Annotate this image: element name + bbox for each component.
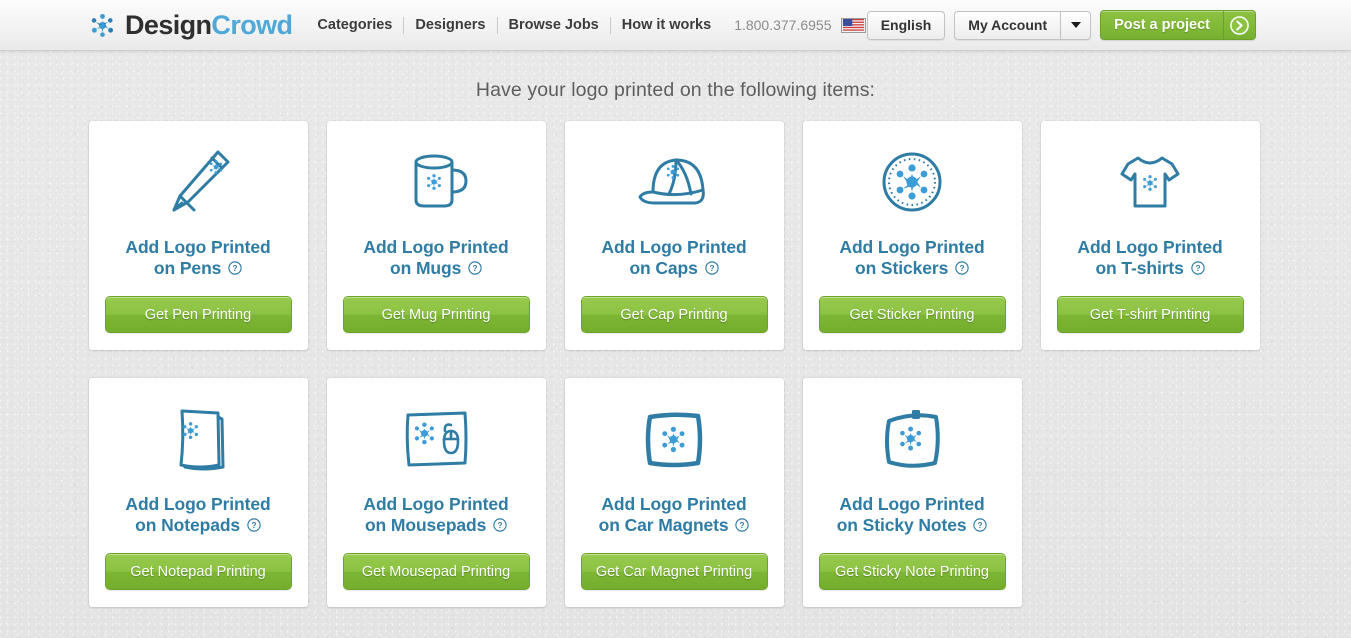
question-circle-icon[interactable]: ?	[973, 516, 987, 537]
card-title-mousepads: Add Logo Printed on Mousepads ?	[363, 494, 508, 537]
nav-item-categories[interactable]: Categories	[306, 16, 405, 34]
card-title-line2: on Caps	[629, 258, 698, 278]
card-tshirts[interactable]: Add Logo Printed on T-shirts ? Get T-shi…	[1040, 121, 1260, 350]
arrow-right-circle-icon	[1223, 11, 1255, 39]
card-notepads[interactable]: Add Logo Printed on Notepads ? Get Notep…	[88, 378, 308, 607]
get-pen-printing-button[interactable]: Get Pen Printing	[104, 296, 292, 333]
get-cap-printing-button[interactable]: Get Cap Printing	[580, 296, 768, 333]
svg-text:?: ?	[960, 263, 965, 273]
svg-text:?: ?	[709, 263, 714, 273]
card-title-line2: on Car Magnets	[598, 515, 729, 535]
product-card-grid: Add Logo Printed on Pens ? Get Pen Print…	[88, 121, 1263, 607]
card-title-line1: Add Logo Printed	[125, 237, 271, 257]
card-title-line2: on Notepads	[135, 515, 241, 535]
card-title-line2: on T-shirts	[1095, 258, 1184, 278]
my-account-button[interactable]: My Account	[954, 10, 1061, 40]
card-title-tshirts: Add Logo Printed on T-shirts ?	[1077, 237, 1222, 280]
sticker-icon	[870, 139, 954, 225]
question-circle-icon[interactable]: ?	[493, 516, 507, 537]
post-a-project-button[interactable]: Post a project	[1100, 10, 1256, 40]
svg-text:?: ?	[740, 520, 745, 530]
svg-text:?: ?	[233, 263, 238, 273]
question-circle-icon[interactable]: ?	[247, 516, 261, 537]
nav-item-how-it-works[interactable]: How it works	[611, 17, 722, 34]
card-title-line2: on Stickers	[854, 258, 949, 278]
sticky-note-icon	[866, 396, 958, 482]
svg-text:?: ?	[978, 520, 983, 530]
us-flag-icon	[840, 17, 866, 33]
site-header: DesignCrowd Categories Designers Browse …	[0, 0, 1351, 51]
mug-icon	[394, 139, 478, 225]
svg-text:?: ?	[1195, 263, 1200, 273]
svg-text:?: ?	[251, 520, 256, 530]
header-actions: English My Account Post a project	[866, 10, 1256, 40]
get-sticky-note-printing-button[interactable]: Get Sticky Note Printing	[818, 553, 1006, 590]
card-title-line1: Add Logo Printed	[601, 237, 747, 257]
page-title: Have your logo printed on the following …	[475, 79, 876, 101]
get-mousepad-printing-button[interactable]: Get Mousepad Printing	[342, 553, 530, 590]
card-title-line1: Add Logo Printed	[601, 494, 747, 514]
question-circle-icon[interactable]: ?	[1190, 259, 1205, 280]
card-mousepads[interactable]: Add Logo Printed on Mousepads ? Get Mous…	[326, 378, 546, 607]
card-title-line1: Add Logo Printed	[839, 494, 985, 514]
get-car-magnet-printing-button[interactable]: Get Car Magnet Printing	[580, 553, 768, 590]
post-a-project-label: Post a project	[1114, 17, 1210, 33]
designcrowd-starburst-icon	[89, 12, 116, 39]
card-stickers[interactable]: Add Logo Printed on Stickers ? Get Stick…	[802, 121, 1022, 350]
question-circle-icon[interactable]: ?	[704, 259, 719, 280]
question-circle-icon[interactable]: ?	[468, 259, 482, 280]
logo-wordmark: DesignCrowd	[125, 9, 293, 40]
card-title-line1: Add Logo Printed	[363, 237, 509, 257]
card-title-caps: Add Logo Printed on Caps ?	[601, 237, 746, 280]
nav-item-browse-jobs[interactable]: Browse Jobs	[498, 16, 611, 34]
card-sticky-notes[interactable]: Add Logo Printed on Sticky Notes ? Get S…	[802, 378, 1022, 607]
chevron-down-icon	[1070, 22, 1081, 28]
card-title-notepads: Add Logo Printed on Notepads ?	[125, 494, 270, 537]
card-title-line1: Add Logo Printed	[363, 494, 509, 514]
my-account-group: My Account	[954, 10, 1092, 40]
my-account-dropdown-toggle[interactable]	[1060, 10, 1092, 40]
card-title-line1: Add Logo Printed	[125, 494, 271, 514]
svg-text:?: ?	[473, 263, 478, 273]
get-sticker-printing-button[interactable]: Get Sticker Printing	[818, 296, 1006, 333]
cap-icon	[629, 139, 719, 225]
card-title-pens: Add Logo Printed on Pens ?	[125, 237, 270, 280]
support-phone-number: 1.800.377.6955	[734, 17, 832, 33]
card-title-line2: on Pens	[153, 258, 222, 278]
car-magnet-icon	[628, 396, 720, 482]
notepad-icon	[156, 396, 240, 482]
language-button[interactable]: English	[866, 10, 946, 40]
question-circle-icon[interactable]: ?	[228, 259, 242, 280]
card-title-line1: Add Logo Printed	[839, 237, 985, 257]
mousepad-icon	[390, 396, 482, 482]
main-nav: Categories Designers Browse Jobs How it …	[306, 14, 722, 36]
logo-word-crowd: Crowd	[211, 9, 293, 40]
tshirt-icon	[1108, 139, 1192, 225]
card-row-1: Add Logo Printed on Pens ? Get Pen Print…	[88, 121, 1263, 350]
get-tshirt-printing-button[interactable]: Get T-shirt Printing	[1056, 296, 1244, 333]
svg-text:?: ?	[498, 520, 503, 530]
get-notepad-printing-button[interactable]: Get Notepad Printing	[104, 553, 292, 590]
nav-item-designers[interactable]: Designers	[404, 16, 498, 34]
question-circle-icon[interactable]: ?	[955, 259, 969, 280]
logo-designcrowd[interactable]: DesignCrowd	[89, 9, 293, 40]
card-caps[interactable]: Add Logo Printed on Caps ? Get Cap Print…	[564, 121, 784, 350]
card-title-line2: on Sticky Notes	[836, 515, 967, 535]
card-pens[interactable]: Add Logo Printed on Pens ? Get Pen Print…	[88, 121, 308, 350]
card-title-mugs: Add Logo Printed on Mugs ?	[363, 237, 508, 280]
card-title-line2: on Mousepads	[364, 515, 487, 535]
question-circle-icon[interactable]: ?	[735, 516, 750, 537]
card-title-line2: on Mugs	[390, 258, 462, 278]
card-title-stickers: Add Logo Printed on Stickers ?	[839, 237, 984, 280]
logo-word-design: Design	[125, 9, 212, 40]
card-title-line1: Add Logo Printed	[1077, 237, 1223, 257]
card-car-magnets[interactable]: Add Logo Printed on Car Magnets ? Get Ca…	[564, 378, 784, 607]
pen-icon	[156, 139, 240, 225]
card-title-car-magnets: Add Logo Printed on Car Magnets ?	[599, 494, 750, 537]
get-mug-printing-button[interactable]: Get Mug Printing	[342, 296, 530, 333]
card-title-sticky-notes: Add Logo Printed on Sticky Notes ?	[837, 494, 988, 537]
card-mugs[interactable]: Add Logo Printed on Mugs ? Get Mug Print…	[326, 121, 546, 350]
card-row-2: Add Logo Printed on Notepads ? Get Notep…	[88, 378, 1263, 607]
